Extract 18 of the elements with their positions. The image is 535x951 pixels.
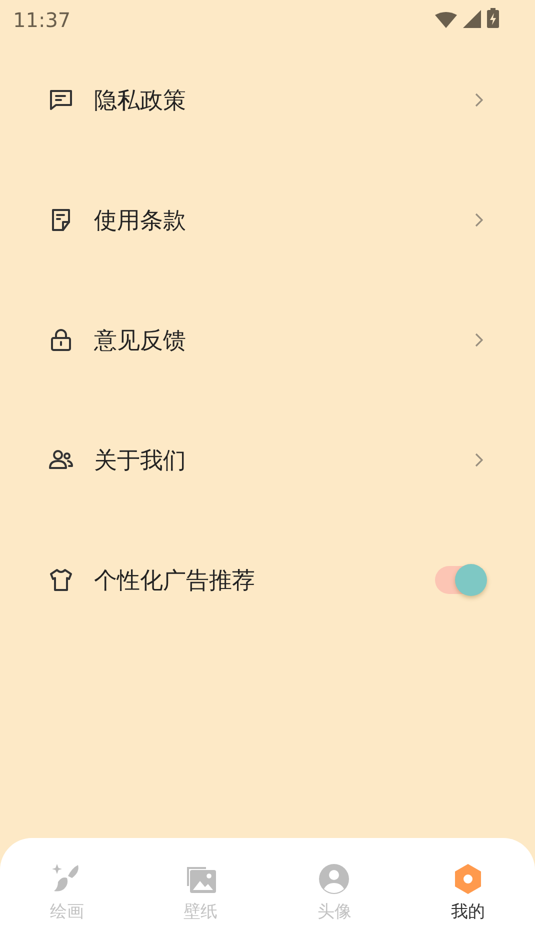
shirt-icon <box>48 567 74 593</box>
signal-icon <box>463 10 481 28</box>
nav-tab[interactable]: 我的 <box>401 862 535 923</box>
chevron-right-icon[interactable] <box>475 93 483 107</box>
wifi-icon <box>435 12 457 28</box>
chevron-right-icon[interactable] <box>475 453 483 467</box>
menu-label[interactable]: 关于我们 <box>94 444 475 476</box>
lock-icon <box>48 327 74 353</box>
chevron-right-icon[interactable] <box>475 333 483 347</box>
status-time: 11:37 <box>13 8 71 32</box>
menu-label[interactable]: 隐私政策 <box>94 84 475 116</box>
battery-icon <box>487 8 499 28</box>
menu-label[interactable]: 意见反馈 <box>94 324 475 356</box>
menu-label[interactable]: 个性化广告推荐 <box>94 564 435 596</box>
menu-label[interactable]: 使用条款 <box>94 204 475 236</box>
chevron-right-icon[interactable] <box>475 213 483 227</box>
message-icon <box>48 87 74 113</box>
user-icon <box>317 862 352 896</box>
